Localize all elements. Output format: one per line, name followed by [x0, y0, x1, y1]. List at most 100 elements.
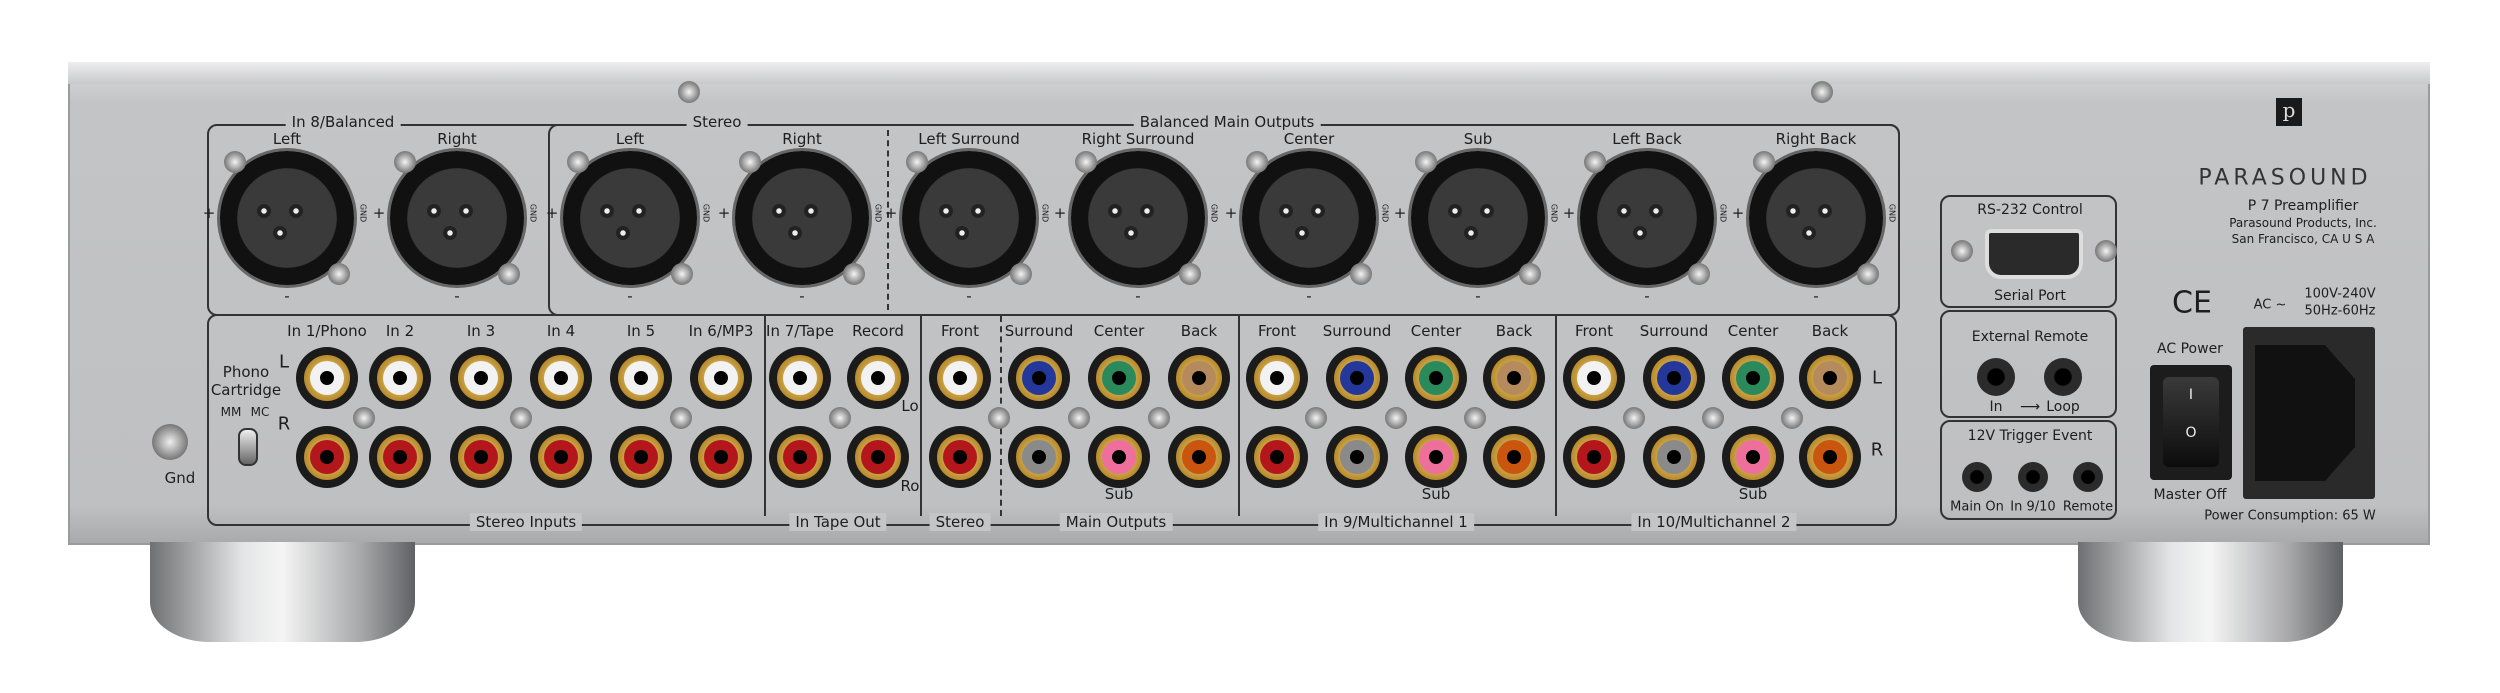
- rca-jack-left[interactable]: [1008, 347, 1070, 409]
- screw: [1623, 407, 1645, 429]
- screw: [567, 151, 589, 173]
- rca-jack-left[interactable]: [1799, 347, 1861, 409]
- gnd-label: GND: [1040, 203, 1050, 223]
- screw: [1519, 263, 1541, 285]
- color-insulator: [1497, 440, 1531, 474]
- rca-jack-left[interactable]: [1563, 347, 1625, 409]
- rca-jack-left[interactable]: [1722, 347, 1784, 409]
- jack-hole: [634, 371, 648, 385]
- screw: [2095, 240, 2117, 262]
- remote-loop-jack[interactable]: [2044, 358, 2082, 396]
- rca-jack-left[interactable]: [610, 347, 672, 409]
- gold-ring: [1176, 355, 1222, 401]
- rca-jack-left[interactable]: [769, 347, 831, 409]
- rca-jack-right[interactable]: [690, 426, 752, 488]
- rca-column-label: Center: [1410, 322, 1462, 340]
- xlr-pin: [1448, 204, 1462, 218]
- xlr-pin: [459, 204, 473, 218]
- phono-label: Cartridge: [210, 381, 282, 399]
- rca-jack-right[interactable]: [1088, 426, 1150, 488]
- minus-label: -: [799, 287, 805, 305]
- divider: [764, 316, 766, 516]
- rca-jack-right[interactable]: [1326, 426, 1388, 488]
- ro-label: Ro: [900, 477, 920, 495]
- top-screw: [1811, 81, 1833, 103]
- rocker[interactable]: I O: [2163, 377, 2219, 467]
- color-insulator: [1419, 361, 1453, 395]
- rca-jack-right[interactable]: [369, 426, 431, 488]
- serial-port[interactable]: [1985, 229, 2083, 279]
- screw: [988, 407, 1010, 429]
- rca-jack-left[interactable]: [450, 347, 512, 409]
- rca-column-label: Front: [1258, 322, 1296, 340]
- rca-jack-left[interactable]: [929, 347, 991, 409]
- rca-jack-right[interactable]: [929, 426, 991, 488]
- rca-jack-left[interactable]: [296, 347, 358, 409]
- rca-jack-right[interactable]: [1563, 426, 1625, 488]
- group-label: Balanced Main Outputs: [1133, 113, 1321, 131]
- rca-jack-right[interactable]: [1168, 426, 1230, 488]
- gold-ring: [538, 434, 584, 480]
- rca-jack-left[interactable]: [1088, 347, 1150, 409]
- rca-jack-left[interactable]: [1405, 347, 1467, 409]
- plus-label: +: [1562, 204, 1576, 222]
- mm-mc-toggle-switch[interactable]: [238, 428, 258, 466]
- rca-jack-left[interactable]: [530, 347, 592, 409]
- minus-label: -: [1644, 287, 1650, 305]
- rca-jack-left[interactable]: [1483, 347, 1545, 409]
- remote-in-jack[interactable]: [1977, 358, 2015, 396]
- xlr-pin: [616, 226, 630, 240]
- minus-label: -: [627, 287, 633, 305]
- rca-jack-right[interactable]: [1799, 426, 1861, 488]
- screw: [394, 151, 416, 173]
- rca-jack-right[interactable]: [296, 426, 358, 488]
- trigger-in-9-10-jack[interactable]: [2018, 462, 2048, 492]
- gold-ring: [458, 355, 504, 401]
- rca-jack-left[interactable]: [1168, 347, 1230, 409]
- rca-jack-right[interactable]: [1008, 426, 1070, 488]
- group-label: In 8/Balanced: [285, 113, 401, 131]
- xlr-pin: [427, 204, 441, 218]
- gold-ring: [937, 434, 983, 480]
- ac-power-label: AC Power: [2157, 341, 2223, 357]
- ground-terminal[interactable]: [152, 424, 188, 460]
- rca-jack-left[interactable]: [690, 347, 752, 409]
- xlr-pin: [1786, 204, 1800, 218]
- rca-jack-right[interactable]: [1483, 426, 1545, 488]
- voltage-label: 100V-240V: [2304, 286, 2376, 302]
- jack-hole: [793, 450, 807, 464]
- jack-hole: [1587, 371, 1601, 385]
- ac-power-switch[interactable]: I O: [2150, 365, 2232, 480]
- rca-jack-right[interactable]: [530, 426, 592, 488]
- rca-jack-right[interactable]: [610, 426, 672, 488]
- rca-column-label: Back: [1495, 322, 1533, 340]
- color-insulator: [1577, 440, 1611, 474]
- minus-label: -: [1813, 287, 1819, 305]
- rca-column-label: Front: [941, 322, 979, 340]
- gold-ring: [1807, 355, 1853, 401]
- rca-jack-right[interactable]: [1722, 426, 1784, 488]
- trigger-remote-jack[interactable]: [2073, 462, 2103, 492]
- rca-jack-left[interactable]: [847, 347, 909, 409]
- rca-jack-left[interactable]: [1246, 347, 1308, 409]
- xlr-pin: [1124, 226, 1138, 240]
- rca-jack-left[interactable]: [1643, 347, 1705, 409]
- screw: [1415, 151, 1437, 173]
- screw: [1951, 240, 1973, 262]
- rca-jack-right[interactable]: [1246, 426, 1308, 488]
- rca-jack-right[interactable]: [769, 426, 831, 488]
- trigger-main-on-jack[interactable]: [1962, 462, 1992, 492]
- jack-hole: [1112, 371, 1126, 385]
- gold-ring: [777, 355, 823, 401]
- rca-jack-left[interactable]: [369, 347, 431, 409]
- gold-ring: [1413, 434, 1459, 480]
- iec-power-inlet[interactable]: [2243, 327, 2375, 499]
- rca-jack-right[interactable]: [450, 426, 512, 488]
- jack-hole: [714, 450, 728, 464]
- color-insulator: [1813, 361, 1847, 395]
- on-symbol: I: [2188, 387, 2194, 403]
- rca-jack-left[interactable]: [1326, 347, 1388, 409]
- sub-label: Sub: [1738, 485, 1768, 503]
- rca-jack-right[interactable]: [1643, 426, 1705, 488]
- rca-jack-right[interactable]: [1405, 426, 1467, 488]
